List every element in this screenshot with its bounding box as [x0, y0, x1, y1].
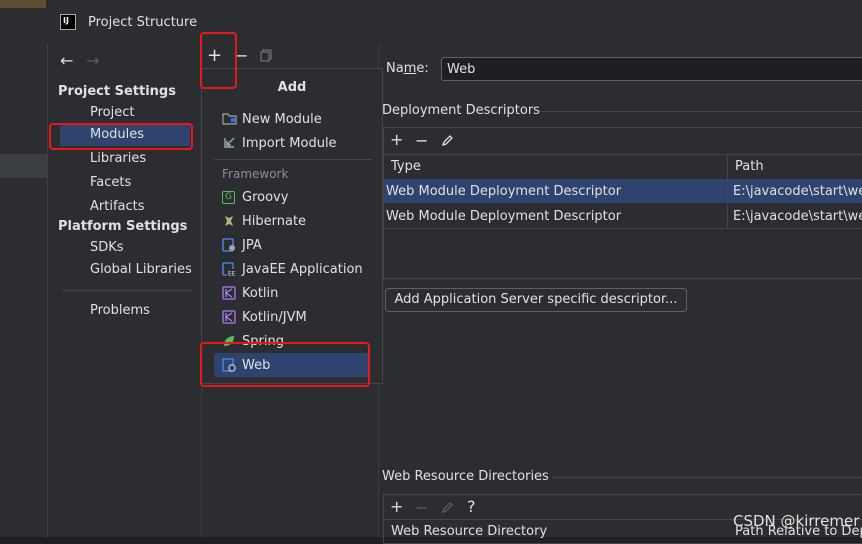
platform-settings-header: Platform Settings [58, 219, 188, 234]
hibernate-icon [222, 214, 236, 228]
svg-text:EE: EE [228, 271, 236, 277]
kotlin-icon [222, 286, 236, 300]
nav-item-global-libraries[interactable]: Global Libraries [90, 262, 192, 277]
annotation-box-add [200, 32, 237, 89]
groovy-icon: G [222, 191, 235, 204]
add-application-server-descriptor-button[interactable]: Add Application Server specific descript… [385, 288, 687, 312]
name-label: Name: [386, 61, 429, 76]
jpa-icon [222, 238, 236, 252]
nav-item-libraries[interactable]: Libraries [90, 151, 146, 166]
section-divider [540, 111, 862, 112]
popup-divider [214, 159, 372, 160]
new-module-folder-icon [222, 112, 237, 125]
column-header-path[interactable]: Path [735, 159, 764, 174]
annotation-box-modules [49, 123, 193, 150]
menu-item-new-module[interactable]: New Module [242, 112, 322, 127]
menu-item-import-module[interactable]: Import Module [242, 136, 337, 151]
nav-item-sdks[interactable]: SDKs [90, 240, 124, 255]
forward-arrow-icon[interactable]: → [86, 51, 99, 70]
import-module-icon [223, 136, 236, 149]
add-descriptor-button[interactable]: + [390, 130, 403, 149]
back-arrow-icon[interactable]: ← [60, 51, 73, 70]
dialog-title: Project Structure [88, 15, 198, 30]
project-settings-header: Project Settings [58, 84, 176, 99]
column-divider [727, 155, 728, 228]
deployment-descriptors-table [383, 127, 862, 279]
edit-pencil-icon[interactable] [441, 134, 454, 147]
javaee-application-icon: EE [222, 262, 238, 276]
module-name-input[interactable]: Web [441, 57, 862, 81]
cell-type: Web Module Deployment Descriptor [386, 209, 622, 224]
menu-item-groovy[interactable]: Groovy [242, 190, 288, 205]
section-divider [552, 477, 862, 478]
menu-item-kotlin-jvm[interactable]: Kotlin/JVM [242, 310, 307, 325]
copy-icon[interactable] [260, 49, 272, 62]
cell-type: Web Module Deployment Descriptor [386, 184, 622, 199]
edit-pencil-icon[interactable] [441, 501, 454, 514]
menu-item-jpa[interactable]: JPA [242, 238, 262, 253]
nav-item-facets[interactable]: Facets [90, 175, 131, 190]
menu-item-javaee-application[interactable]: JavaEE Application [242, 262, 363, 277]
menu-item-hibernate[interactable]: Hibernate [242, 214, 306, 229]
menu-item-kotlin[interactable]: Kotlin [242, 286, 278, 301]
add-resource-button[interactable]: + [390, 497, 403, 516]
remove-button[interactable]: − [235, 46, 248, 65]
remove-descriptor-button[interactable]: − [415, 131, 428, 150]
web-resource-directories-title: Web Resource Directories [382, 469, 549, 484]
nav-item-problems[interactable]: Problems [90, 303, 150, 318]
intellij-logo-icon: IJ [60, 14, 76, 30]
nav-item-artifacts[interactable]: Artifacts [90, 199, 145, 214]
nav-divider [62, 290, 192, 291]
remove-resource-button[interactable]: − [415, 498, 428, 517]
annotation-box-web [200, 342, 370, 387]
background-ide-panel [0, 0, 48, 537]
deployment-descriptors-title: Deployment Descriptors [382, 103, 540, 118]
column-header-type[interactable]: Type [391, 159, 421, 174]
table-toolbar-divider [383, 154, 862, 155]
kotlin-jvm-icon [222, 310, 236, 324]
cell-path: E:\javacode\start\we [733, 184, 862, 199]
nav-item-project[interactable]: Project [90, 105, 134, 120]
cell-path: E:\javacode\start\we [733, 209, 862, 224]
background-accent [0, 0, 46, 8]
background-selected-row [0, 154, 48, 178]
help-icon[interactable]: ? [467, 497, 476, 516]
framework-section-label: Framework [222, 167, 289, 181]
watermark: CSDN @kirremer [733, 512, 860, 530]
